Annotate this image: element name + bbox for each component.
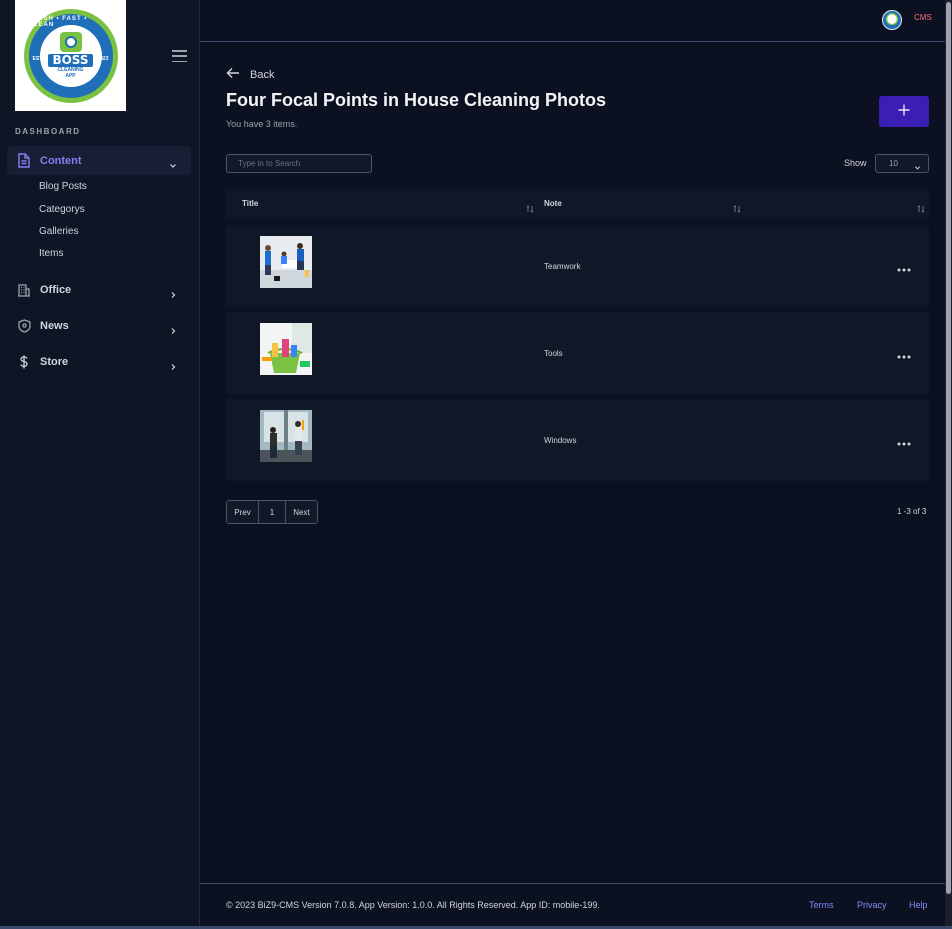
avatar[interactable] [882, 10, 902, 30]
scrollbar-thumb[interactable] [946, 2, 951, 894]
logo-name: BOSS [48, 54, 93, 67]
logo-top-text: FRESH • FAST • CLEAN [28, 15, 88, 28]
terms-link[interactable]: Terms [809, 900, 834, 910]
search-input[interactable] [226, 154, 372, 173]
chevron-right-icon [169, 322, 177, 334]
app-logo[interactable]: FRESH • FAST • CLEAN ESTD 2022 BOSS CLEA… [15, 0, 126, 111]
results-count: 1 -3 of 3 [897, 507, 927, 516]
sidebar-item-news[interactable]: News [7, 312, 191, 340]
help-link[interactable]: Help [909, 900, 928, 910]
table-header: Title Note [226, 189, 929, 219]
sidebar-item-office[interactable]: Office [7, 276, 191, 304]
show-label: Show [844, 158, 867, 168]
washer-icon [59, 32, 82, 52]
column-header-note[interactable]: Note [544, 199, 562, 208]
sidebar-item-content[interactable]: Content [7, 146, 191, 175]
photo-thumbnail-tools[interactable] [260, 323, 312, 375]
plus-icon [898, 103, 910, 121]
building-icon [16, 282, 32, 298]
top-bar: CMS [200, 0, 945, 42]
arrow-left-icon [226, 66, 240, 84]
chevron-down-icon [914, 160, 921, 170]
row-note: Teamwork [544, 262, 581, 271]
row-note: Tools [544, 349, 563, 358]
sidebar: FRESH • FAST • CLEAN ESTD 2022 BOSS CLEA… [0, 0, 200, 929]
next-page-button[interactable]: Next [286, 500, 318, 524]
more-options-icon[interactable] [897, 435, 911, 446]
pagination: Prev 1 Next [226, 500, 318, 524]
photo-thumbnail-windows[interactable] [260, 410, 312, 462]
sidebar-item-label: Office [40, 284, 72, 296]
item-count-text: You have 3 items. [226, 119, 298, 129]
table-row[interactable]: Teamwork [226, 225, 929, 307]
back-label: Back [250, 69, 275, 81]
table-row[interactable]: Windows [226, 399, 929, 481]
sort-icon[interactable] [733, 200, 741, 213]
document-icon [16, 153, 32, 169]
sidebar-item-store[interactable]: Store [7, 348, 191, 376]
logo-year: 2022 [97, 55, 109, 62]
sidebar-item-label: Content [40, 154, 82, 167]
page-title: Four Focal Points in House Cleaning Phot… [226, 90, 607, 110]
privacy-link[interactable]: Privacy [857, 900, 887, 910]
chevron-right-icon [169, 358, 177, 370]
copyright-text: © 2023 BiZ9-CMS Version 7.0.8. App Versi… [226, 900, 600, 910]
more-options-icon[interactable] [897, 348, 911, 359]
photo-thumbnail-teamwork[interactable] [260, 236, 312, 288]
section-label: DASHBOARD [15, 127, 81, 136]
sidebar-subitem-categorys[interactable]: Categorys [39, 204, 85, 215]
column-header-title[interactable]: Title [242, 199, 258, 208]
menu-toggle-icon[interactable] [172, 50, 187, 62]
page-number-button[interactable]: 1 [259, 500, 286, 524]
row-note: Windows [544, 436, 577, 445]
logo-inner: BOSS CLEANING APP [39, 24, 102, 87]
sidebar-subitem-galleries[interactable]: Galleries [39, 226, 78, 237]
dollar-icon [16, 354, 32, 370]
logo-sub2: APP [65, 73, 76, 79]
sidebar-item-label: News [40, 320, 69, 332]
back-link[interactable]: Back [226, 66, 274, 84]
sidebar-item-label: Store [40, 356, 69, 368]
sidebar-subitem-items[interactable]: Items [39, 248, 63, 259]
table-row[interactable]: Tools [226, 312, 929, 394]
footer: © 2023 BiZ9-CMS Version 7.0.8. App Versi… [200, 883, 945, 927]
page-size-select[interactable]: 10 [875, 154, 929, 173]
chevron-right-icon [169, 286, 177, 298]
chevron-down-icon [169, 157, 177, 168]
shield-icon [16, 318, 32, 334]
more-options-icon[interactable] [897, 261, 911, 272]
prev-page-button[interactable]: Prev [226, 500, 259, 524]
sort-icon[interactable] [526, 200, 534, 213]
logo-badge: FRESH • FAST • CLEAN ESTD 2022 BOSS CLEA… [23, 8, 118, 103]
page-size-value: 10 [889, 159, 898, 168]
cms-link[interactable]: CMS [914, 13, 932, 22]
logo-estd: ESTD [32, 55, 46, 62]
sidebar-subitem-blog-posts[interactable]: Blog Posts [39, 181, 87, 192]
add-button[interactable] [879, 96, 929, 127]
sort-icon[interactable] [917, 200, 925, 213]
